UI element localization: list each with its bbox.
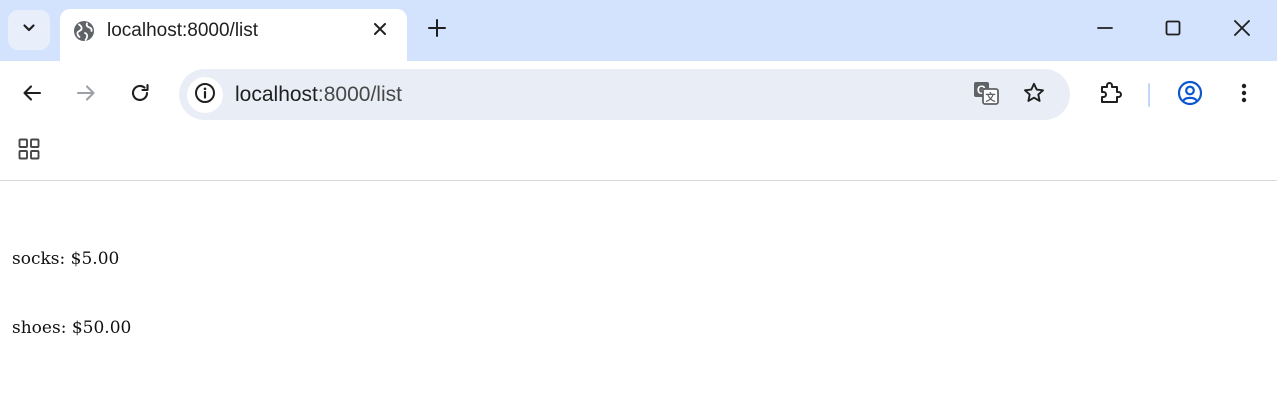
plus-icon <box>427 18 447 43</box>
close-icon <box>372 21 388 42</box>
puzzle-icon <box>1097 80 1123 111</box>
translate-button[interactable]: G 文 <box>969 78 1003 112</box>
window-close-button[interactable] <box>1226 14 1258 46</box>
browser-toolbar: localhost:8000/list G 文 <box>0 61 1277 128</box>
bookmark-star-button[interactable] <box>1017 78 1051 112</box>
maximize-button[interactable] <box>1157 14 1189 46</box>
item-name: shoes <box>12 318 61 338</box>
url-path: :8000/list <box>317 83 402 106</box>
globe-icon <box>73 20 95 42</box>
reload-icon <box>129 82 151 109</box>
item-price: $50.00 <box>71 318 132 338</box>
item-name: socks <box>12 249 60 269</box>
tab-close-button[interactable] <box>370 21 390 41</box>
more-vert-icon <box>1234 81 1254 110</box>
browser-window: localhost:8000/list localhost:8000/list … <box>0 0 1277 417</box>
account-icon <box>1176 79 1204 112</box>
star-icon <box>1022 81 1046 110</box>
close-icon <box>1232 18 1252 43</box>
page-content: socks: $5.00 shoes: $50.00 <box>0 181 1277 417</box>
tab-title: localhost:8000/list <box>107 20 259 41</box>
url-text: localhost:8000/list <box>235 82 402 107</box>
forward-button[interactable] <box>69 78 103 112</box>
toolbar-separator <box>1148 83 1150 107</box>
menu-button[interactable] <box>1227 78 1261 112</box>
tab-strip: localhost:8000/list <box>0 0 1277 61</box>
minimize-button[interactable] <box>1089 14 1121 46</box>
apps-grid-icon <box>17 137 41 166</box>
reload-button[interactable] <box>123 78 157 112</box>
bookmarks-bar <box>0 128 1277 181</box>
item-list: socks: $5.00 shoes: $50.00 <box>12 202 131 386</box>
list-item: socks: $5.00 <box>12 249 120 269</box>
arrow-left-icon <box>21 82 43 109</box>
info-icon <box>194 82 216 109</box>
url-host: localhost <box>235 83 318 106</box>
maximize-icon <box>1164 19 1182 42</box>
extensions-button[interactable] <box>1093 78 1127 112</box>
minimize-icon <box>1096 19 1114 42</box>
tab-active[interactable]: localhost:8000/list <box>60 9 407 61</box>
back-button[interactable] <box>15 78 49 112</box>
apps-button[interactable] <box>12 134 46 168</box>
site-info-button[interactable] <box>187 77 223 113</box>
address-bar[interactable]: localhost:8000/list G 文 <box>179 69 1070 120</box>
arrow-right-icon <box>75 82 97 109</box>
profile-button[interactable] <box>1173 78 1207 112</box>
list-item: shoes: $50.00 <box>12 318 132 338</box>
chevron-down-icon <box>21 20 37 41</box>
tab-search-button[interactable] <box>8 10 50 50</box>
svg-text:文: 文 <box>986 91 997 104</box>
item-price: $5.00 <box>70 249 120 269</box>
translate-icon: G 文 <box>972 79 1000 112</box>
new-tab-button[interactable] <box>421 14 453 46</box>
